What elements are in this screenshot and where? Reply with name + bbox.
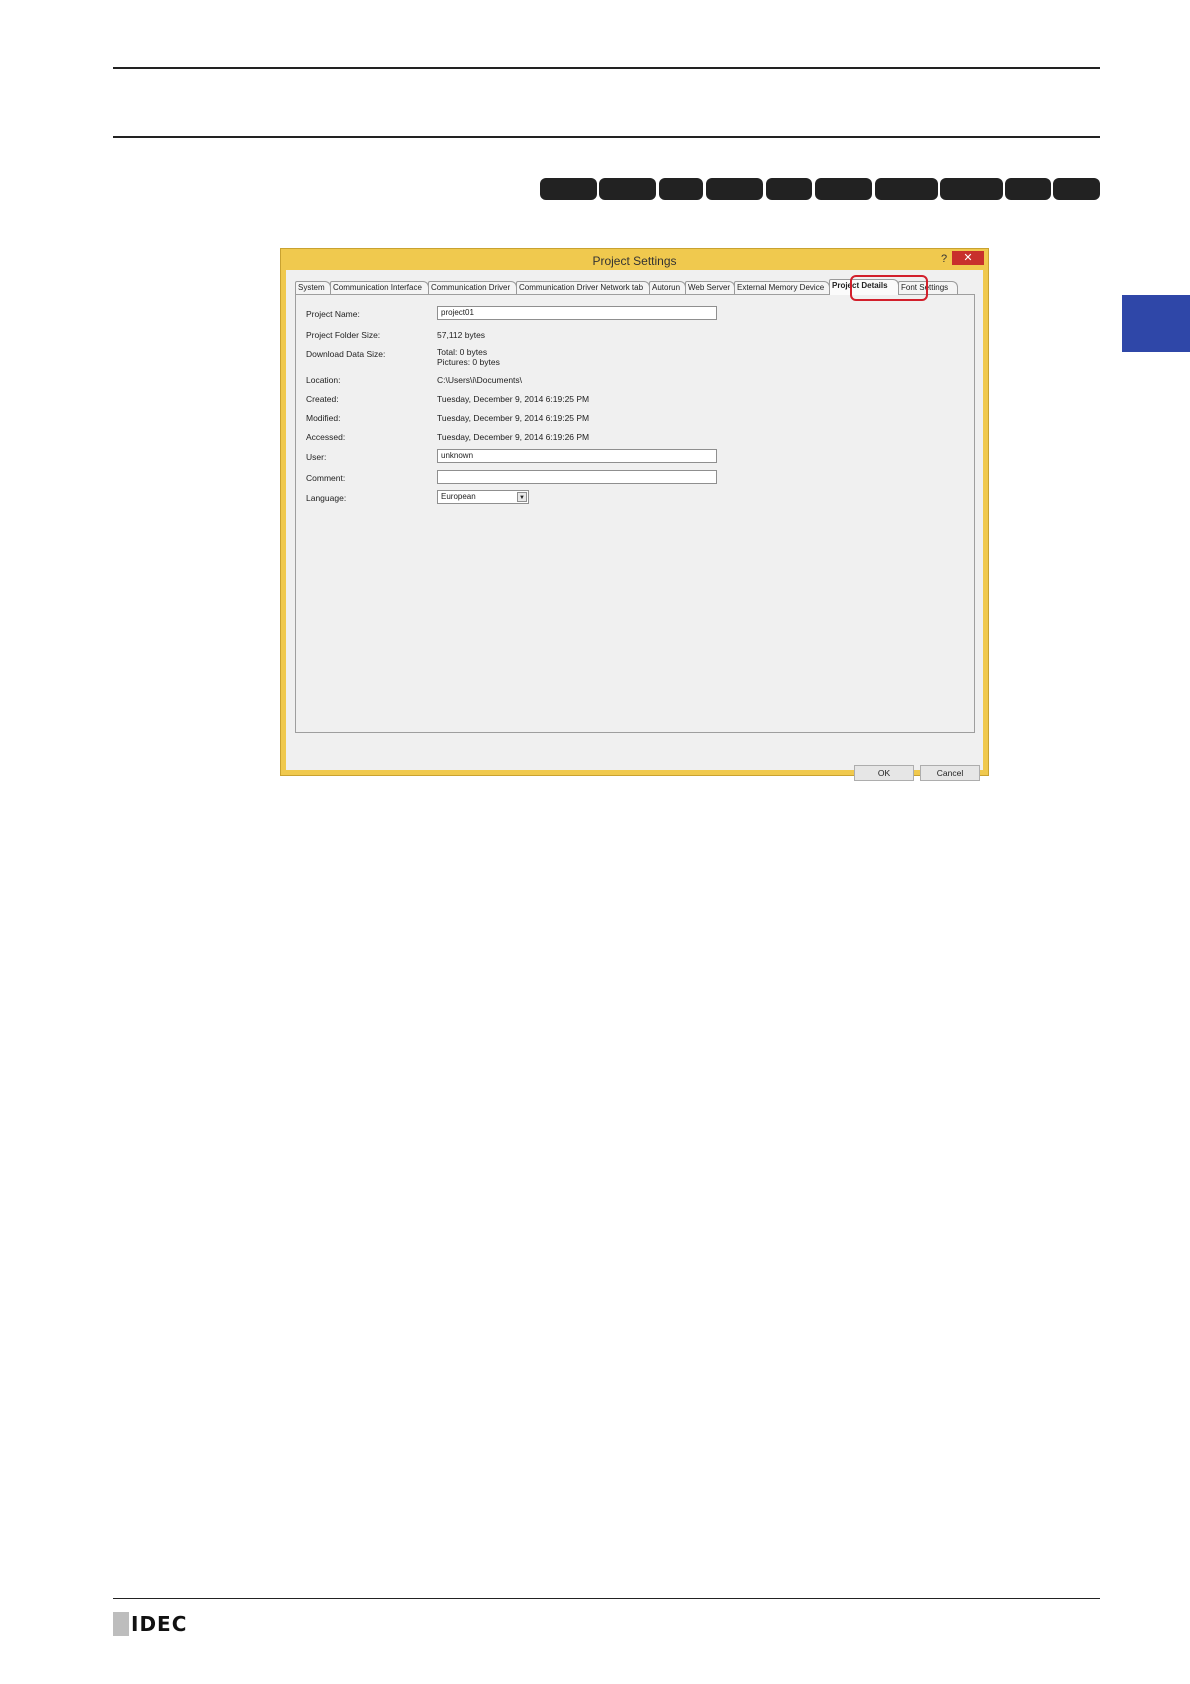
tab-highlight-box bbox=[850, 275, 928, 301]
ok-button[interactable]: OK bbox=[854, 765, 914, 781]
model-badge bbox=[659, 178, 703, 200]
tab-web-server[interactable]: Web Server bbox=[685, 281, 735, 294]
accessed-label: Accessed: bbox=[306, 432, 346, 442]
tab-communication-driver-network[interactable]: Communication Driver Network tab bbox=[516, 281, 650, 294]
model-badge bbox=[815, 178, 872, 200]
model-badge bbox=[706, 178, 763, 200]
comment-input[interactable] bbox=[437, 470, 717, 484]
language-select-value: European bbox=[441, 492, 476, 501]
created-label: Created: bbox=[306, 394, 339, 404]
folder-size-value: 57,112 bytes bbox=[437, 330, 486, 340]
user-label: User: bbox=[306, 452, 327, 462]
dialog-titlebar[interactable]: Project Settings ? ✕ bbox=[281, 249, 988, 269]
model-badge bbox=[1005, 178, 1051, 200]
logo-mark bbox=[113, 1612, 129, 1636]
dialog-client: System Communication Interface Communica… bbox=[286, 270, 983, 781]
project-settings-dialog: Project Settings ? ✕ System Communicatio… bbox=[280, 248, 989, 781]
model-badge bbox=[940, 178, 1003, 200]
model-badge bbox=[875, 178, 938, 200]
user-input[interactable]: unknown bbox=[437, 449, 717, 463]
model-badge bbox=[766, 178, 812, 200]
model-badge bbox=[1053, 178, 1100, 200]
tab-autorun[interactable]: Autorun bbox=[649, 281, 686, 294]
model-badge bbox=[540, 178, 597, 200]
download-size-label: Download Data Size: bbox=[306, 349, 386, 359]
accessed-value: Tuesday, December 9, 2014 6:19:26 PM bbox=[437, 432, 590, 442]
language-select[interactable]: European ▼ bbox=[437, 490, 529, 504]
chevron-down-icon[interactable]: ▼ bbox=[517, 492, 527, 502]
tab-communication-driver[interactable]: Communication Driver bbox=[428, 281, 517, 294]
tab-strip: System Communication Interface Communica… bbox=[295, 275, 974, 301]
header-rule bbox=[113, 136, 1100, 138]
modified-label: Modified: bbox=[306, 413, 341, 423]
tab-communication-interface[interactable]: Communication Interface bbox=[330, 281, 429, 294]
tab-external-memory-device[interactable]: External Memory Device bbox=[734, 281, 830, 294]
help-button[interactable]: ? bbox=[936, 251, 952, 267]
language-label: Language: bbox=[306, 493, 347, 503]
tab-system[interactable]: System bbox=[295, 281, 331, 294]
footer-rule bbox=[113, 1598, 1100, 1599]
chapter-side-tab bbox=[1122, 295, 1190, 352]
project-name-input[interactable]: project01 bbox=[437, 306, 717, 320]
created-value: Tuesday, December 9, 2014 6:19:25 PM bbox=[437, 394, 590, 404]
folder-size-label: Project Folder Size: bbox=[306, 330, 381, 340]
cancel-button[interactable]: Cancel bbox=[920, 765, 980, 781]
idec-logo: IDEC bbox=[113, 1612, 187, 1636]
project-details-panel: Project Name: project01 Project Folder S… bbox=[295, 294, 975, 733]
modified-value: Tuesday, December 9, 2014 6:19:25 PM bbox=[437, 413, 590, 423]
location-value: C:\Users\i\Documents\ bbox=[437, 375, 523, 385]
project-name-label: Project Name: bbox=[306, 309, 360, 319]
logo-text: IDEC bbox=[131, 1612, 188, 1636]
comment-label: Comment: bbox=[306, 473, 346, 483]
top-rule bbox=[113, 67, 1100, 69]
model-badge bbox=[599, 178, 656, 200]
close-button[interactable]: ✕ bbox=[952, 251, 984, 265]
download-pictures-value: Pictures: 0 bytes bbox=[437, 357, 500, 367]
dialog-title: Project Settings bbox=[592, 254, 677, 268]
download-total-value: Total: 0 bytes bbox=[437, 347, 488, 357]
location-label: Location: bbox=[306, 375, 341, 385]
